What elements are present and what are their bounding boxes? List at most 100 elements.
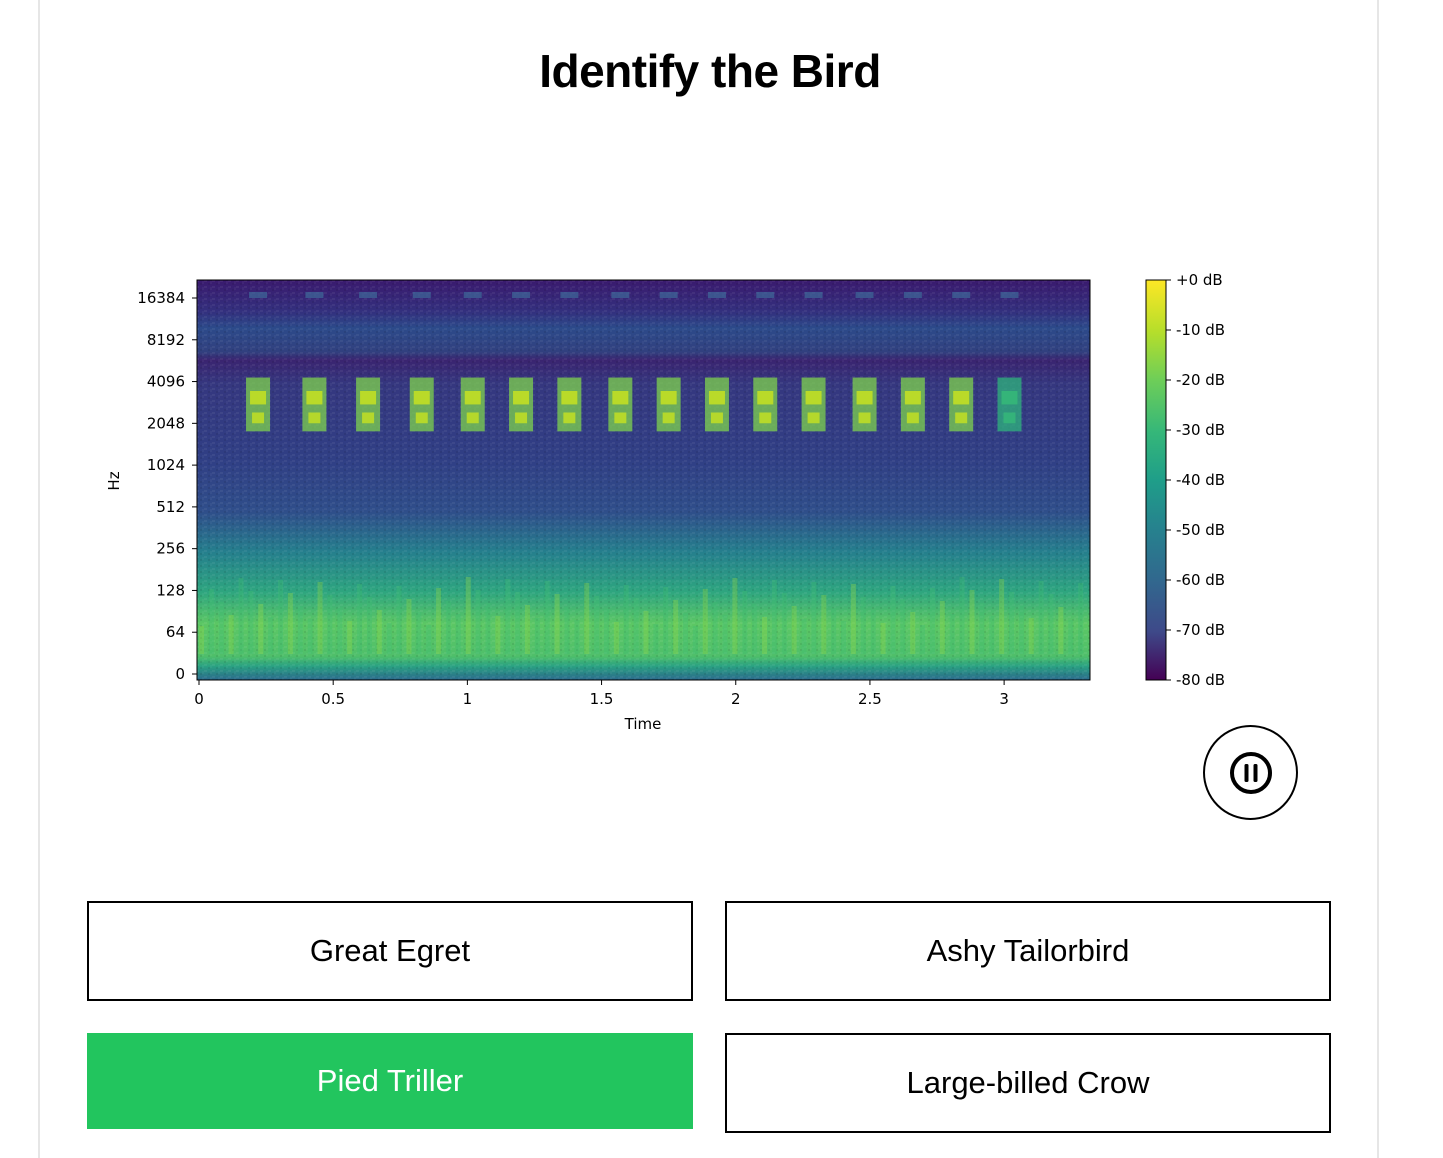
noise-column xyxy=(742,591,748,654)
answer-option-pied-triller[interactable]: Pied Triller xyxy=(87,1033,693,1129)
noise-column xyxy=(465,577,471,654)
noise-column xyxy=(791,606,797,654)
noise-column xyxy=(771,580,777,654)
noise-column xyxy=(1018,605,1024,654)
noise-column xyxy=(1078,583,1084,654)
colorbar-tick-label: -50 dB xyxy=(1176,521,1225,539)
noise-column xyxy=(475,590,481,654)
noise-column xyxy=(880,623,886,654)
noise-column xyxy=(584,583,590,654)
page-title: Identify the Bird xyxy=(539,45,881,97)
noise-column xyxy=(989,616,995,654)
x-tick-label: 1 xyxy=(463,690,473,708)
noise-column xyxy=(258,604,264,654)
spectrogram-chart: 0 64 128 256 512 1024 2048 4096 8192 16384 0 0.5 1 1… xyxy=(100,268,1250,743)
pause-icon xyxy=(1229,751,1272,794)
noise-column xyxy=(228,615,234,654)
noise-column xyxy=(1008,592,1014,654)
noise-column xyxy=(544,581,550,654)
noise-column xyxy=(317,582,323,654)
colorbar-tick-label: -10 dB xyxy=(1176,321,1225,339)
noise-column xyxy=(297,606,303,654)
noise-column xyxy=(801,619,807,654)
noise-column xyxy=(594,596,600,654)
noise-column xyxy=(653,624,659,654)
noise-column xyxy=(831,608,837,654)
x-tick-label: 2.5 xyxy=(858,690,882,708)
answer-option-great-egret[interactable]: Great Egret xyxy=(87,901,693,1001)
y-tick-label: 0 xyxy=(175,665,185,683)
noise-column xyxy=(692,626,698,654)
y-tick-label: 128 xyxy=(156,581,185,599)
noise-column xyxy=(969,590,975,654)
noise-column xyxy=(811,582,817,654)
noise-column xyxy=(890,586,896,654)
noise-column xyxy=(702,589,708,654)
noise-column xyxy=(495,616,501,654)
noise-column xyxy=(821,595,827,654)
answer-label: Great Egret xyxy=(309,933,471,968)
noise-column xyxy=(752,604,758,654)
noise-column xyxy=(327,595,333,654)
colorbar-tick-label: -40 dB xyxy=(1176,471,1225,489)
noise-column xyxy=(416,612,422,654)
noise-column xyxy=(781,593,787,654)
noise-column xyxy=(841,621,847,654)
noise-column xyxy=(278,580,284,654)
noise-column xyxy=(455,614,461,654)
colorbar-tick-label: -60 dB xyxy=(1176,571,1225,589)
noise-column xyxy=(850,584,856,654)
pause-button[interactable] xyxy=(1203,725,1298,820)
noise-column xyxy=(900,599,906,654)
answer-label: Large-billed Crow xyxy=(906,1065,1150,1100)
noise-column xyxy=(910,612,916,654)
noise-column xyxy=(603,609,609,654)
noise-column xyxy=(445,601,451,654)
colorbar-tick-label: -70 dB xyxy=(1176,621,1225,639)
noise-column xyxy=(574,620,580,654)
noise-column xyxy=(673,600,679,654)
noise-column xyxy=(199,626,204,654)
answer-option-ashy-tailorbird[interactable]: Ashy Tailorbird xyxy=(725,901,1331,1001)
noise-column xyxy=(366,597,372,654)
noise-column xyxy=(979,603,985,654)
noise-column xyxy=(663,587,669,654)
noise-column xyxy=(554,594,560,654)
noise-column xyxy=(248,591,254,654)
noise-column xyxy=(218,602,224,654)
noise-column xyxy=(939,601,945,654)
noise-column xyxy=(268,617,274,654)
noise-column xyxy=(732,578,738,654)
x-tick-label: 1.5 xyxy=(590,690,614,708)
noise-column xyxy=(534,618,540,654)
noise-column xyxy=(505,579,511,654)
noise-column xyxy=(357,584,363,654)
answer-option-large-billed-crow[interactable]: Large-billed Crow xyxy=(725,1033,1331,1133)
y-tick-label: 256 xyxy=(156,540,185,558)
noise-column xyxy=(426,625,432,654)
noise-column xyxy=(436,588,442,654)
colorbar-tick-label: -20 dB xyxy=(1176,371,1225,389)
noise-column xyxy=(515,592,521,654)
noise-column xyxy=(860,597,866,654)
y-tick-label: 512 xyxy=(156,498,185,516)
x-tick-label: 3 xyxy=(999,690,1009,708)
x-tick-label: 0 xyxy=(194,690,204,708)
colorbar-tick-label: -30 dB xyxy=(1176,421,1225,439)
y-tick-label: 8192 xyxy=(147,331,185,349)
x-axis-label: Time xyxy=(624,715,662,733)
noise-column xyxy=(643,611,649,654)
noise-column xyxy=(1048,594,1054,654)
noise-column xyxy=(386,623,392,654)
noise-column xyxy=(1068,620,1074,654)
noise-column xyxy=(1058,607,1064,654)
noise-column xyxy=(396,586,402,654)
noise-column xyxy=(287,593,293,654)
noise-column xyxy=(929,588,935,654)
noise-column xyxy=(1028,618,1034,654)
y-tick-label: 4096 xyxy=(147,373,185,391)
noise-column xyxy=(920,625,926,654)
noise-column xyxy=(949,614,955,654)
noise-column xyxy=(762,617,768,654)
noise-column xyxy=(485,603,491,654)
